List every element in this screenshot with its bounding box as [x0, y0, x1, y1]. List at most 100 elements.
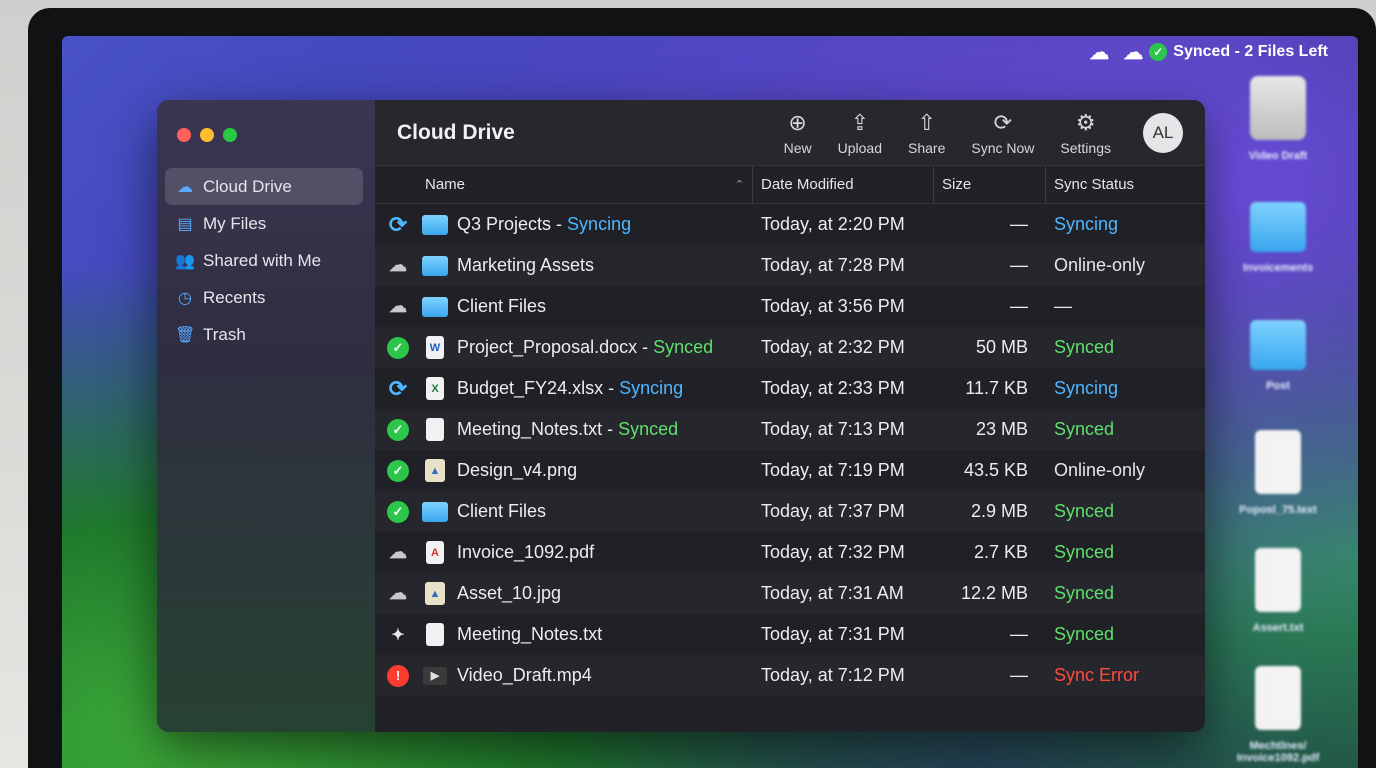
desktop-item[interactable]: Assert.txt	[1228, 548, 1328, 666]
file-name-cell[interactable]: Meeting_Notes.txt	[449, 624, 753, 645]
file-name-cell[interactable]: Marketing Assets	[449, 255, 753, 276]
size-cell: 43.5 KB	[963, 460, 1028, 480]
table-row[interactable]: ✓ Client Files Today, at 7:37 PM 2.9 MB Sync…	[375, 491, 1205, 532]
sync-state-cell: ✓	[375, 459, 421, 482]
sync-now-label: Sync Now	[971, 140, 1035, 156]
new-button[interactable]: ⊕ New	[784, 109, 812, 156]
file-name-cell[interactable]: Client Files	[449, 501, 753, 522]
desktop-item-label: Post	[1266, 380, 1290, 392]
date-modified-cell: Today, at 7:31 AM	[761, 583, 904, 603]
sidebar-item-cloud-drive[interactable]: ☁ Cloud Drive	[165, 168, 363, 205]
sync-now-button[interactable]: ⟳ Sync Now	[971, 109, 1034, 156]
file-type-cell	[421, 418, 449, 441]
sync-icon: ⟳	[388, 375, 408, 401]
text-file-icon	[426, 623, 444, 646]
table-row[interactable]: ✦ Meeting_Notes.txt Today, at 7:31 PM — Sync…	[375, 614, 1205, 655]
file-name: Meeting_Notes.txt	[457, 419, 603, 439]
size-cell: —	[1010, 214, 1028, 234]
table-row[interactable]: ⟳ X Budget_FY24.xlsx - Syncing Today, at 2:…	[375, 368, 1205, 409]
sync-state-cell: ✓	[375, 500, 421, 523]
zoom-button[interactable]	[223, 128, 237, 142]
close-button[interactable]	[177, 128, 191, 142]
desktop-item[interactable]: Poposl_75.text	[1228, 430, 1328, 548]
table-row[interactable]: ☁ Marketing Assets Today, at 7:28 PM — Onlin…	[375, 245, 1205, 286]
date-modified-cell: Today, at 7:32 PM	[761, 542, 905, 562]
size-cell: 12.2 MB	[960, 583, 1028, 603]
folder-icon	[1250, 202, 1306, 252]
desktop-item[interactable]: Video Draft	[1228, 76, 1328, 194]
file-name-cell[interactable]: Design_v4.png	[449, 460, 753, 481]
sync-status-cell: Synced	[1054, 583, 1115, 603]
file-name-cell[interactable]: Client Files	[449, 296, 753, 317]
table-row[interactable]: ☁ Client Files Today, at 3:56 PM — —	[375, 286, 1205, 327]
avatar[interactable]: AL	[1143, 112, 1183, 153]
column-header-size[interactable]: Size	[934, 166, 1046, 203]
size-cell: 2.7 KB	[973, 542, 1028, 562]
sync-status-cell: Online-only	[1054, 255, 1146, 275]
image-file-icon: ▲	[425, 459, 445, 482]
file-name-cell[interactable]: Asset_10.jpg	[449, 583, 753, 604]
sync-status-cell: Syncing	[1054, 378, 1119, 398]
cloud-icon: ☁	[389, 255, 407, 275]
sync-status-cell: Synced	[1054, 542, 1115, 562]
checkmark-icon: ✓	[1149, 43, 1168, 61]
date-modified-cell: Today, at 7:13 PM	[761, 419, 905, 439]
desktop-item[interactable]: Mechtlnes/ Invoice1092.pdf	[1228, 666, 1328, 768]
sidebar-item-recents[interactable]: ◷ Recents	[165, 279, 363, 316]
sync-state-cell: ☁	[375, 583, 421, 605]
upload-button[interactable]: ⇪ Upload	[838, 109, 882, 156]
menubar: ☁ ☁ ✓ Synced - 2 Files Left	[1089, 40, 1328, 64]
table-row[interactable]: ⟳ Q3 Projects - Syncing Today, at 2:20 PM —…	[375, 204, 1205, 245]
inline-sync-tag: Synced	[618, 419, 679, 439]
checkmark-icon: ✓	[387, 500, 409, 523]
doc-icon	[1255, 548, 1301, 612]
sync-status-text: Synced - 2 Files Left	[1173, 43, 1328, 60]
desktop-item[interactable]: Post	[1228, 312, 1328, 430]
desktop-screen: ☁ ☁ ✓ Synced - 2 Files Left Video Draft I…	[62, 36, 1358, 768]
file-type-cell	[421, 296, 449, 317]
file-type-cell	[421, 214, 449, 235]
sync-status-menu[interactable]: ☁ ✓ Synced - 2 Files Left	[1123, 40, 1328, 65]
share-icon: ⇧	[917, 110, 936, 135]
column-header-date[interactable]: Date Modified	[753, 166, 934, 203]
file-name-cell[interactable]: Project_Proposal.docx - Synced	[449, 337, 753, 358]
cloud-icon: ☁	[389, 583, 407, 603]
sidebar-item-shared-with-me[interactable]: 👥 Shared with Me	[165, 242, 363, 279]
pdf-file-icon: A	[426, 541, 444, 564]
minimize-button[interactable]	[200, 128, 214, 142]
pin-icon: ✦	[391, 626, 405, 644]
people-icon: 👥	[175, 252, 195, 270]
sidebar-item-trash[interactable]: 🗑 Trash	[165, 316, 363, 353]
table-row[interactable]: ! ▶ Video_Draft.mp4 Today, at 7:12 PM — Sync …	[375, 655, 1205, 696]
settings-label: Settings	[1060, 140, 1111, 156]
table-row[interactable]: ☁ A Invoice_1092.pdf Today, at 7:32 PM 2.7 K…	[375, 532, 1205, 573]
table-row[interactable]: ✓ W Project_Proposal.docx - Synced Today, a…	[375, 327, 1205, 368]
file-name: Client Files	[457, 501, 547, 521]
share-button[interactable]: ⇧ Share	[908, 109, 945, 156]
file-name: Budget_FY24.xlsx	[457, 378, 604, 398]
table-row[interactable]: ☁ ▲ Asset_10.jpg Today, at 7:31 AM 12.2 MB Sy…	[375, 573, 1205, 614]
inline-sync-tag: Syncing	[619, 378, 684, 398]
file-name-cell[interactable]: Meeting_Notes.txt - Synced	[449, 419, 753, 440]
file-name-cell[interactable]: Invoice_1092.pdf	[449, 542, 753, 563]
plus-circle-icon: ⊕	[788, 110, 807, 135]
desktop-item[interactable]: Invoicements	[1228, 194, 1328, 312]
file-name-cell[interactable]: Q3 Projects - Syncing	[449, 214, 753, 235]
file-list: ⟳ Q3 Projects - Syncing Today, at 2:20 PM —…	[375, 204, 1205, 696]
share-label: Share	[908, 140, 946, 156]
sidebar-item-label: Shared with Me	[203, 250, 322, 270]
table-row[interactable]: ✓ ▲ Design_v4.png Today, at 7:19 PM 43.5 KB O…	[375, 450, 1205, 491]
settings-button[interactable]: ⚙ Settings	[1060, 109, 1111, 156]
column-header-name[interactable]: Name ⌃	[375, 166, 753, 203]
table-row[interactable]: ✓ Meeting_Notes.txt - Synced Today, at 7:1…	[375, 409, 1205, 450]
folder-icon	[422, 501, 448, 522]
folder-icon	[422, 214, 448, 235]
file-name-cell[interactable]: Budget_FY24.xlsx - Syncing	[449, 378, 753, 399]
file-name: Client Files	[457, 296, 547, 316]
sidebar-item-my-files[interactable]: ▤ My Files	[165, 205, 363, 242]
sync-state-cell: ☁	[375, 255, 421, 277]
file-name-cell[interactable]: Video_Draft.mp4	[449, 665, 753, 686]
upload-icon: ⇪	[850, 110, 870, 135]
column-header-status[interactable]: Sync Status	[1046, 166, 1202, 203]
cloud-icon[interactable]: ☁	[1089, 40, 1109, 65]
